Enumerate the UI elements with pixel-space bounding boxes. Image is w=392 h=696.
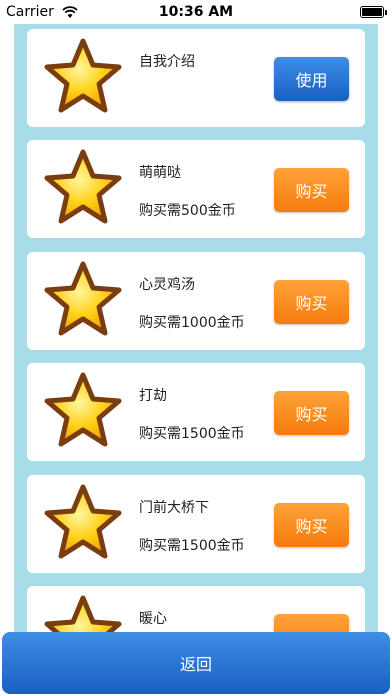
item-list[interactable]: 自我介绍 使用 萌萌哒 购买需500金币 购买 心灵鸡汤 购买需1000金币 购… — [14, 24, 378, 636]
list-item: 萌萌哒 购买需500金币 购买 — [27, 140, 365, 238]
item-price: 购买需500金币 — [139, 203, 236, 219]
item-price: 购买需1500金币 — [139, 538, 245, 554]
item-name: 门前大桥下 — [139, 500, 209, 516]
buy-button[interactable]: 购买 — [274, 280, 349, 324]
item-price: 购买需1000金币 — [139, 315, 245, 331]
buy-button[interactable]: 购买 — [274, 168, 349, 212]
list-item: 门前大桥下 购买需1500金币 购买 — [27, 475, 365, 573]
item-name: 暖心 — [139, 611, 167, 627]
item-name: 打劫 — [139, 388, 167, 404]
list-item: 暖心 — [27, 586, 365, 636]
item-name: 萌萌哒 — [139, 165, 181, 181]
battery-icon — [360, 6, 387, 18]
star-icon — [44, 595, 122, 636]
list-item: 打劫 购买需1500金币 购买 — [27, 363, 365, 461]
item-price: 购买需1500金币 — [139, 426, 245, 442]
item-name: 心灵鸡汤 — [139, 277, 195, 293]
back-button[interactable]: 返回 — [2, 632, 390, 694]
use-button[interactable]: 使用 — [274, 57, 349, 101]
star-icon — [44, 372, 122, 447]
star-icon — [44, 38, 122, 113]
buy-button[interactable]: 购买 — [274, 391, 349, 435]
star-icon — [44, 484, 122, 559]
list-item: 自我介绍 使用 — [27, 29, 365, 127]
list-item: 心灵鸡汤 购买需1000金币 购买 — [27, 252, 365, 350]
status-time: 10:36 AM — [158, 4, 234, 20]
status-bar: Carrier 10:36 AM — [0, 0, 392, 24]
star-icon — [44, 261, 122, 336]
item-name: 自我介绍 — [139, 54, 195, 70]
star-icon — [44, 149, 122, 224]
buy-button[interactable]: 购买 — [274, 503, 349, 547]
